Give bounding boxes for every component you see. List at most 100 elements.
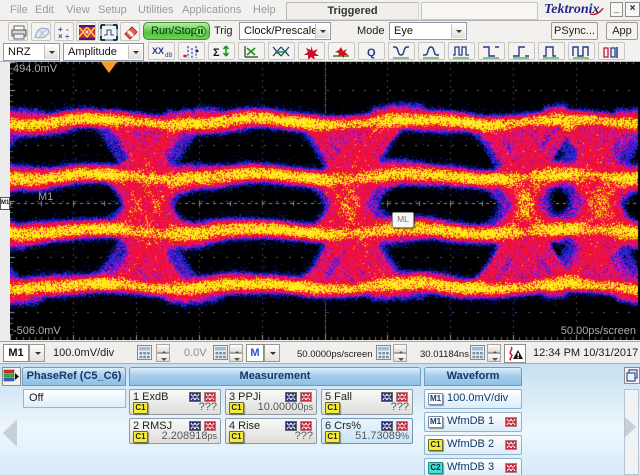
source-badge: C1 (325, 402, 340, 414)
menu-edit[interactable]: Edit (35, 4, 54, 16)
restore-panel-button[interactable] (624, 367, 640, 384)
source-badge: C1 (133, 431, 148, 443)
pulse-pos-icon[interactable] (538, 42, 565, 60)
offset-spinner[interactable] (229, 344, 243, 362)
trigger-settings-button[interactable] (504, 344, 526, 363)
spin-down-icon[interactable] (393, 353, 407, 362)
measurement-panel: PhaseRef (C5_C6) Off Measurement 1 ExdBC… (0, 363, 640, 475)
database-red-icon[interactable] (505, 440, 517, 450)
waveform-row[interactable]: C2WfmDB 3 (424, 458, 522, 475)
scroll-right-icon[interactable] (625, 417, 636, 437)
vertical-scale-spinner[interactable] (156, 344, 170, 362)
menu-help[interactable]: Help (253, 4, 276, 16)
spin-up-icon[interactable] (393, 344, 407, 353)
menu-utilities[interactable]: Utilities (138, 4, 173, 16)
spin-down-icon[interactable] (487, 353, 501, 362)
qfactor-icon[interactable]: Q (358, 42, 385, 60)
jitter-hist-icon[interactable] (178, 42, 205, 60)
marker-ml-badge[interactable]: ML (392, 212, 414, 228)
measurement-tile[interactable]: 3 PPJiC110.00000ps (225, 389, 317, 415)
square-wave-icon[interactable] (568, 42, 595, 60)
pulse-fall-icon[interactable] (478, 42, 505, 60)
phaseref-header[interactable]: PhaseRef (C5_C6) (22, 367, 126, 386)
menu-file[interactable]: File (10, 4, 28, 16)
measurement-tile[interactable]: 5 FallC1??? (321, 389, 413, 415)
offset-value[interactable]: 0.0V (184, 347, 207, 359)
eye-width-icon[interactable] (268, 42, 295, 60)
spin-up-icon[interactable] (156, 344, 170, 353)
minimize-button[interactable]: _ (610, 2, 623, 17)
datetime-label: 12:34 PM 10/31/2017 (533, 347, 638, 359)
close-button[interactable]: × (625, 2, 640, 17)
keypad-icon[interactable] (213, 345, 230, 361)
print-icon[interactable] (8, 22, 28, 41)
scroll-left-icon[interactable] (3, 419, 17, 447)
signal-type-select[interactable]: NRZ (3, 43, 60, 61)
chevron-down-icon[interactable] (315, 24, 329, 38)
autoset-icon[interactable] (98, 22, 118, 41)
rise-wave-icon[interactable] (418, 42, 445, 60)
burst-icon[interactable] (598, 42, 625, 60)
measurement-value: 2.208918ps (162, 430, 217, 442)
database-red-icon[interactable] (505, 463, 517, 473)
phaseref-value[interactable]: Off (23, 389, 126, 408)
psync-button[interactable]: PSync... (551, 22, 598, 40)
measurement-tile[interactable]: 1 ExdBC1??? (129, 389, 221, 415)
pp-jitter-icon[interactable] (298, 42, 325, 60)
mode-select[interactable]: Eye (389, 22, 467, 40)
chevron-down-icon[interactable] (451, 24, 465, 38)
keypad-icon[interactable] (470, 345, 487, 361)
waveform-row[interactable]: M1WfmDB 1 (424, 412, 522, 432)
clear-icon[interactable] (120, 22, 140, 41)
channel-dropdown-icon[interactable] (29, 344, 45, 362)
app-button[interactable]: App (606, 22, 638, 40)
run-stop-button[interactable]: Run/Stop (143, 22, 210, 40)
marker-m1-handle[interactable]: M1 (0, 197, 10, 210)
measurement-tile[interactable]: 6 Crs%C151.73089% (321, 418, 413, 444)
waveform-source-badge: C2 (428, 462, 443, 474)
math-icon[interactable]: +-×÷ (54, 22, 74, 41)
rms-jitter-icon[interactable] (328, 42, 355, 60)
measurement-value: 51.73089% (355, 430, 409, 442)
fall-wave-icon[interactable] (388, 42, 415, 60)
waveform-row[interactable]: C1WfmDB 2 (424, 435, 522, 455)
channel-select[interactable]: M1 (3, 344, 29, 362)
keypad-icon[interactable] (376, 345, 393, 361)
position-value[interactable]: 30.01184ns (420, 349, 469, 360)
pulse-rise-icon[interactable] (508, 42, 535, 60)
extinction-ratio-icon[interactable]: XXdB (148, 42, 175, 60)
marker-m1-label: M1 (38, 191, 53, 203)
chevron-down-icon[interactable] (44, 45, 58, 59)
spin-up-icon[interactable] (229, 344, 243, 353)
horizontal-scale-value[interactable]: 50.0000ps/screen (297, 349, 373, 360)
measure-category-select[interactable]: Amplitude (63, 43, 144, 61)
vertical-scale-value[interactable]: 100.0mV/div (53, 347, 114, 359)
chevron-down-icon[interactable] (128, 45, 142, 59)
spin-down-icon[interactable] (156, 353, 170, 362)
trig-source-select[interactable]: Clock/Prescale (239, 22, 331, 40)
save-icon[interactable] (31, 22, 51, 41)
keypad-icon[interactable] (137, 345, 154, 361)
trigger-position-icon[interactable] (101, 62, 117, 73)
eye-pair-icon[interactable] (448, 42, 475, 60)
position-spinner[interactable] (487, 344, 501, 362)
horizontal-scale-spinner[interactable] (393, 344, 407, 362)
waveform-source-badge: M1 (428, 393, 443, 405)
crossing-icon[interactable] (238, 42, 265, 60)
spin-down-icon[interactable] (229, 353, 243, 362)
timebase-dropdown-icon[interactable] (264, 344, 280, 362)
waveform-header[interactable]: Waveform (424, 367, 522, 386)
toolbar-layers-button[interactable] (2, 367, 21, 386)
menu-view[interactable]: View (66, 4, 90, 16)
measurement-tile[interactable]: 2 RMSJC12.208918ps (129, 418, 221, 444)
eye-color-icon[interactable] (76, 22, 96, 41)
waveform-row[interactable]: M1100.0mV/div (424, 389, 522, 409)
spin-up-icon[interactable] (487, 344, 501, 353)
measurement-tile[interactable]: 4 RiseC1??? (225, 418, 317, 444)
sigma-icon[interactable]: Σ (208, 42, 235, 60)
menu-setup[interactable]: Setup (98, 4, 127, 16)
database-red-icon[interactable] (505, 417, 517, 427)
menu-applications[interactable]: Applications (182, 4, 241, 16)
timebase-select[interactable]: M (246, 344, 264, 362)
measurement-header[interactable]: Measurement (129, 367, 421, 386)
